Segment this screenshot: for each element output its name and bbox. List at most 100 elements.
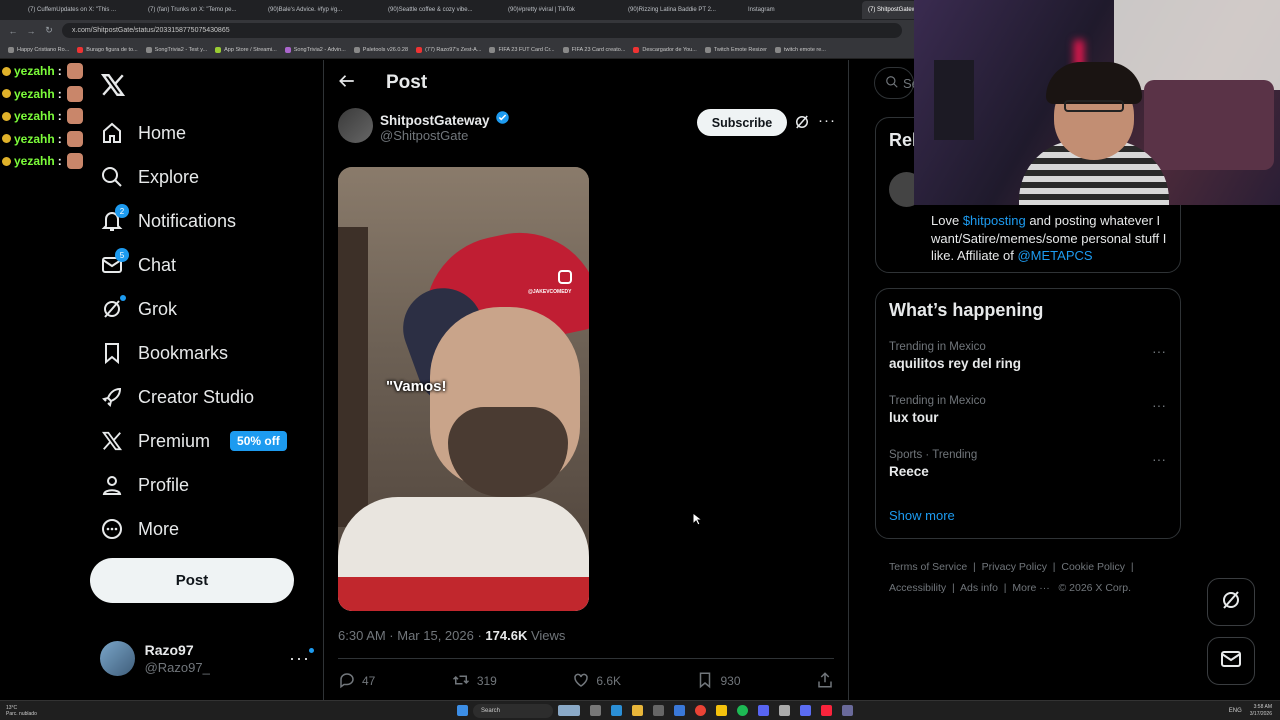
more-dots-icon[interactable]: ···	[1152, 397, 1166, 413]
widget-icon[interactable]	[558, 705, 580, 716]
nav-label: Explore	[138, 166, 200, 187]
reply-button[interactable]: 47	[338, 671, 375, 692]
discord-icon[interactable]	[758, 705, 769, 716]
mention-link[interactable]: @METAPCS	[1017, 248, 1092, 263]
trend-item[interactable]: Trending in Mexico aquilitos rey del rin…	[889, 341, 1174, 371]
bookmark-button[interactable]: 930	[696, 671, 741, 692]
store-icon[interactable]	[653, 705, 664, 716]
edge-icon[interactable]	[611, 705, 622, 716]
browser-tab[interactable]: (7) CuffemUpdates on X: "This ...	[22, 1, 140, 19]
back-arrow-icon[interactable]: ←	[8, 26, 18, 36]
mail-icon[interactable]	[674, 705, 685, 716]
post-button[interactable]: Post	[90, 558, 294, 603]
footer-link[interactable]: Accessibility	[889, 582, 946, 594]
author-avatar[interactable]	[338, 108, 373, 143]
bookmark-item[interactable]: SongTrivia2 - Test y...	[145, 46, 207, 53]
nav-item-creator-studio[interactable]: Creator Studio	[100, 382, 254, 412]
browser-tab[interactable]: Instagram	[742, 1, 860, 19]
cashtag-link[interactable]: $hitposting	[963, 213, 1026, 228]
app-icon[interactable]	[779, 705, 790, 716]
new-dot	[120, 295, 126, 301]
subscribe-button[interactable]: Subscribe	[697, 109, 787, 136]
heart-icon	[572, 671, 590, 692]
nav-item-notifications[interactable]: 2 Notifications	[100, 204, 237, 236]
more-dots-icon: ···	[289, 647, 314, 669]
like-button[interactable]: 6.6K	[572, 671, 621, 692]
rocket-icon	[100, 385, 124, 409]
app-icon[interactable]	[842, 705, 853, 716]
show-more-link[interactable]: Show more	[889, 508, 955, 523]
footer-link[interactable]: Terms of Service	[889, 561, 967, 573]
post-time[interactable]: 6:30 AM · Mar 15, 2026 ·	[338, 628, 485, 643]
bookmark-item[interactable]: Descargador de You...	[633, 46, 697, 53]
author-name[interactable]: ShitpostGateway	[380, 113, 490, 128]
footer-link[interactable]: Privacy Policy	[982, 561, 1047, 573]
nav-item-profile[interactable]: Profile	[100, 470, 189, 500]
folder-icon[interactable]	[632, 705, 643, 716]
bookmark-item[interactable]: Happy Cristiano Ro...	[8, 46, 69, 53]
nav-item-premium[interactable]: Premium 50% off	[100, 426, 287, 456]
task-view-icon[interactable]	[590, 705, 601, 716]
language-indicator[interactable]: ENG	[1229, 708, 1242, 714]
bookmark-item[interactable]: (77) Razo97's Zest-A...	[416, 46, 481, 53]
nav-item-grok[interactable]: Grok	[100, 294, 177, 324]
more-dots-icon[interactable]: ···	[1152, 451, 1166, 467]
bookmark-item[interactable]: Twitch Emote Resizer	[704, 46, 767, 53]
forward-arrow-icon[interactable]: →	[26, 26, 36, 36]
repost-button[interactable]: 319	[451, 671, 497, 692]
notes-icon[interactable]	[716, 705, 727, 716]
bookmark-icon	[696, 671, 714, 692]
bookmark-item[interactable]: Paletools v26.0.28	[353, 46, 408, 53]
home-icon	[100, 121, 124, 145]
trend-item[interactable]: Trending in Mexico lux tour ···	[889, 395, 1174, 425]
app-icon[interactable]	[800, 705, 811, 716]
nav-item-more[interactable]: More	[100, 514, 179, 544]
nav-item-explore[interactable]: Explore	[100, 162, 199, 192]
footer-link[interactable]: More ···	[1012, 582, 1049, 594]
nav-label: Premium	[138, 430, 211, 451]
post-video[interactable]: @JAKEVCOMEDY "Vamos!	[338, 167, 589, 611]
weather-widget[interactable]: 13°C Parc. nublado	[0, 705, 60, 717]
url-field[interactable]: x.com/ShitpostGate/status/20331587750754…	[62, 23, 902, 38]
browser-tab[interactable]: (90)Seattle coffee & cozy vibe...	[382, 1, 500, 19]
taskbar-search[interactable]: Search	[473, 703, 553, 718]
back-arrow-icon[interactable]	[338, 72, 356, 95]
windows-start-icon[interactable]	[457, 705, 468, 716]
nav-item-chat[interactable]: 5 Chat	[100, 248, 176, 280]
grok-icon[interactable]	[793, 113, 811, 136]
browser-tab[interactable]: (7) (fan) Trunks on X: "Temo pe...	[142, 1, 260, 19]
browser-tab[interactable]: (90)Rizzing Latina Baddie PT 2...	[622, 1, 740, 19]
nav-label: Notifications	[138, 210, 237, 231]
share-button[interactable]	[816, 671, 834, 692]
x-logo-icon[interactable]	[100, 72, 126, 103]
nav-item-bookmarks[interactable]: Bookmarks	[100, 338, 228, 368]
bookmark-item[interactable]: Burago figura de to...	[77, 46, 138, 53]
clock[interactable]: 3:58 AM 3/17/2026	[1250, 704, 1272, 718]
spotify-icon[interactable]	[737, 705, 748, 716]
browser-tab[interactable]: (90)#pretty #viral | TikTok	[502, 1, 620, 19]
more-dots-icon[interactable]: ···	[818, 112, 836, 129]
footer-link[interactable]: Cookie Policy	[1061, 561, 1125, 573]
music-icon[interactable]	[821, 705, 832, 716]
footer-links: Terms of Service | Privacy Policy | Cook…	[889, 561, 1134, 594]
bookmark-item[interactable]: FIFA 23 FUT Card Cr...	[489, 46, 555, 53]
instagram-icon	[558, 270, 572, 284]
bookmark-item[interactable]: SongTrivia2 - Advin...	[284, 46, 346, 53]
reload-icon[interactable]: ↻	[44, 25, 54, 36]
more-dots-icon[interactable]: ···	[1152, 343, 1166, 359]
divider	[338, 658, 834, 659]
bookmark-item[interactable]: App Store / Streami...	[215, 46, 277, 53]
account-switcher[interactable]: Razo97 @Razo97_ ···	[100, 638, 314, 678]
footer-link[interactable]: Ads info	[960, 582, 998, 594]
trend-item[interactable]: Sports · Trending Reece ···	[889, 449, 1174, 479]
browser-tab[interactable]: (90)Bale's Advice. #fyp #g...	[262, 1, 380, 19]
chrome-icon[interactable]	[695, 705, 706, 716]
search-input[interactable]: Se	[874, 67, 919, 99]
bookmark-item[interactable]: twitch emote re...	[775, 46, 826, 53]
nav-label: Creator Studio	[138, 386, 255, 407]
bookmark-item[interactable]: FIFA 23 Card creato...	[562, 46, 625, 53]
nav-item-home[interactable]: Home	[100, 118, 186, 148]
messages-floating-button[interactable]	[1207, 637, 1255, 685]
author-handle[interactable]: @ShitpostGate	[380, 128, 468, 143]
grok-floating-button[interactable]	[1207, 578, 1255, 626]
